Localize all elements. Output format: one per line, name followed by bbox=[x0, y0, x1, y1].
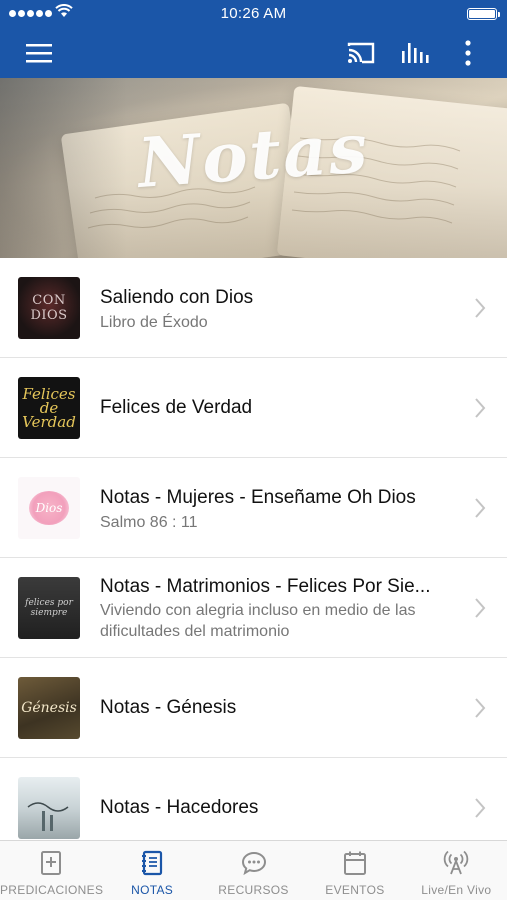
list-item[interactable]: Felices de Verdad Felices de Verdad bbox=[0, 358, 507, 458]
tab-label: EVENTOS bbox=[325, 883, 385, 897]
nav-bar bbox=[0, 28, 507, 78]
tab-predicaciones[interactable]: PREDICACIONES bbox=[0, 841, 104, 900]
note-thumbnail: Génesis bbox=[18, 677, 80, 739]
cast-icon[interactable] bbox=[344, 36, 378, 70]
note-title: Felices de Verdad bbox=[100, 397, 253, 418]
thumbnail-art: Dios bbox=[29, 491, 69, 525]
chevron-right-icon bbox=[475, 498, 486, 518]
tab-eventos[interactable]: EVENTOS bbox=[304, 841, 405, 900]
chat-bubble-icon bbox=[240, 849, 268, 877]
notes-list: CON DIOS Saliendo con Dios Libro de Éxod… bbox=[0, 258, 507, 858]
thumbnail-text: CON DIOS bbox=[30, 293, 68, 323]
tab-notas[interactable]: NOTAS bbox=[101, 841, 202, 900]
menu-icon[interactable] bbox=[22, 36, 56, 70]
calendar-icon bbox=[341, 849, 369, 877]
note-thumbnail: Dios bbox=[18, 477, 80, 539]
chevron-right-icon bbox=[475, 598, 486, 618]
note-thumbnail: CON DIOS bbox=[18, 277, 80, 339]
chevron-right-icon bbox=[475, 798, 486, 818]
list-item[interactable]: Dios Notas - Mujeres - Enseñame Oh Dios … bbox=[0, 458, 507, 558]
list-item[interactable]: Génesis Notas - Génesis bbox=[0, 658, 507, 758]
broadcast-icon bbox=[442, 849, 470, 877]
tab-label: PREDICACIONES bbox=[0, 883, 104, 897]
chevron-right-icon bbox=[475, 298, 486, 318]
thumbnail-text: Dios bbox=[35, 501, 63, 515]
tab-label: NOTAS bbox=[131, 883, 174, 897]
thumbnail-text: felices por siempre bbox=[25, 598, 73, 618]
thumbnail-text: Génesis bbox=[21, 700, 77, 716]
thumbnail-art bbox=[27, 802, 69, 831]
note-subtitle: Viviendo con alegria incluso en medio de… bbox=[100, 602, 416, 640]
levels-icon[interactable] bbox=[398, 36, 432, 70]
chevron-right-icon bbox=[475, 698, 486, 718]
thumbnail-text: Felices de Verdad bbox=[22, 385, 76, 431]
status-bar: 10:26 AM bbox=[0, 0, 507, 28]
status-time: 10:26 AM bbox=[220, 5, 287, 22]
note-title: Notas - Matrimonios - Felices Por Sie... bbox=[100, 576, 431, 597]
note-thumbnail: felices por siempre bbox=[18, 577, 80, 639]
tab-bar: PREDICACIONES NOTAS RECURSOS EVENTOS Liv… bbox=[0, 840, 507, 900]
list-item[interactable]: felices por siempre Notas - Matrimonios … bbox=[0, 558, 507, 658]
note-thumbnail bbox=[18, 777, 80, 839]
chevron-right-icon bbox=[475, 398, 486, 418]
note-title: Notas - Mujeres - Enseñame Oh Dios bbox=[100, 487, 416, 508]
note-title: Notas - Génesis bbox=[100, 697, 237, 718]
more-vertical-icon[interactable] bbox=[451, 36, 485, 70]
notebook-icon bbox=[138, 849, 166, 877]
hero-banner: Notas bbox=[0, 78, 507, 258]
battery-icon bbox=[467, 8, 500, 20]
tab-label: Live/En Vivo bbox=[421, 883, 492, 897]
note-subtitle: Libro de Éxodo bbox=[100, 314, 208, 331]
tab-live-en-vivo[interactable]: Live/En Vivo bbox=[406, 841, 507, 900]
tab-label: RECURSOS bbox=[218, 883, 289, 897]
bible-plus-icon bbox=[37, 849, 65, 877]
list-item[interactable]: CON DIOS Saliendo con Dios Libro de Éxod… bbox=[0, 258, 507, 358]
note-title: Notas - Hacedores bbox=[100, 797, 259, 818]
note-title: Saliendo con Dios bbox=[100, 287, 254, 308]
note-subtitle: Salmo 86 : 11 bbox=[100, 514, 198, 531]
note-thumbnail: Felices de Verdad bbox=[18, 377, 80, 439]
tab-recursos[interactable]: RECURSOS bbox=[203, 841, 304, 900]
